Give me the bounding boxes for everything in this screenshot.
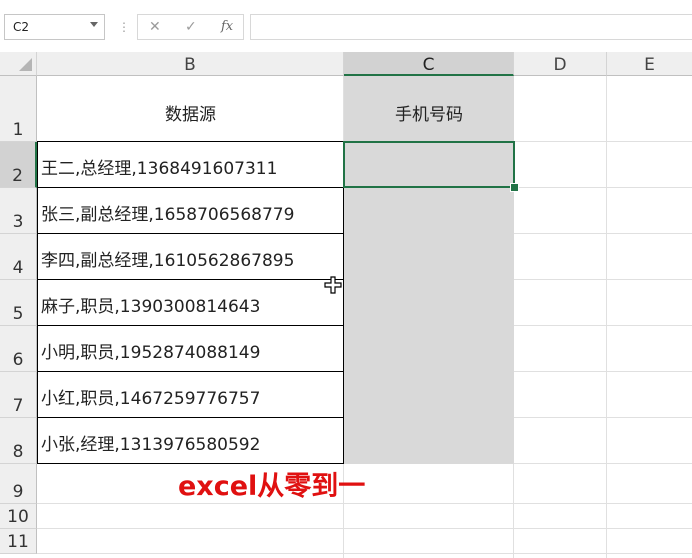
row-header-3[interactable]: 3 — [0, 188, 37, 234]
cell-b1[interactable]: 数据源 — [37, 100, 344, 125]
name-box[interactable]: C2 — [4, 14, 105, 40]
column-header-c[interactable]: C — [344, 52, 514, 76]
row-header-1[interactable]: 1 — [0, 76, 37, 142]
cell-b7[interactable]: 小红,职员,1467259776757 — [37, 372, 344, 418]
cell-b5[interactable]: 麻子,职员,1390300814643 — [37, 280, 344, 326]
selected-cell-c2[interactable] — [343, 141, 515, 188]
column-header-e[interactable]: E — [607, 52, 692, 76]
row-header-8[interactable]: 8 — [0, 418, 37, 464]
formula-input[interactable] — [250, 14, 692, 40]
column-c-shaded-range[interactable] — [344, 76, 514, 464]
row-header-4[interactable]: 4 — [0, 234, 37, 280]
cell-b3[interactable]: 张三,副总经理,1658706568779 — [37, 188, 344, 234]
row-header-9[interactable]: 9 — [0, 464, 37, 504]
cell-b4[interactable]: 李四,副总经理,1610562867895 — [37, 234, 344, 280]
select-all-corner[interactable] — [0, 52, 37, 76]
formula-bar-buttons: ✕ ✓ fx — [137, 14, 244, 40]
column-header-b[interactable]: B — [37, 52, 344, 76]
cell-select-cursor-icon — [324, 276, 342, 294]
cancel-icon[interactable]: ✕ — [149, 18, 161, 36]
watermark-caption: excel从零到一 — [178, 471, 366, 502]
gridline — [37, 528, 692, 529]
row-header-10[interactable]: 10 — [0, 504, 37, 529]
formula-bar-grip-icon: ⋮ — [118, 20, 130, 34]
gridline — [606, 76, 607, 558]
cell-b8[interactable]: 小张,经理,1313976580592 — [37, 418, 344, 464]
row-header-11[interactable]: 11 — [0, 529, 37, 554]
cell-b6[interactable]: 小明,职员,1952874088149 — [37, 326, 344, 372]
row-header-7[interactable]: 7 — [0, 372, 37, 418]
select-all-triangle-icon — [19, 58, 32, 71]
row-header-2[interactable]: 2 — [0, 142, 37, 188]
column-header-d[interactable]: D — [514, 52, 607, 76]
cell-c1[interactable]: 手机号码 — [344, 100, 514, 125]
gridline — [37, 553, 692, 554]
insert-function-icon[interactable]: fx — [221, 18, 233, 36]
row-header-5[interactable]: 5 — [0, 280, 37, 326]
row-header-6[interactable]: 6 — [0, 326, 37, 372]
cell-b2[interactable]: 王二,总经理,1368491607311 — [37, 141, 344, 188]
enter-icon[interactable]: ✓ — [185, 18, 197, 36]
formula-bar: C2 ⋮ ✕ ✓ fx — [0, 0, 692, 52]
fill-handle[interactable] — [510, 183, 519, 192]
name-box-value: C2 — [13, 20, 30, 34]
chevron-down-icon[interactable] — [90, 22, 98, 27]
